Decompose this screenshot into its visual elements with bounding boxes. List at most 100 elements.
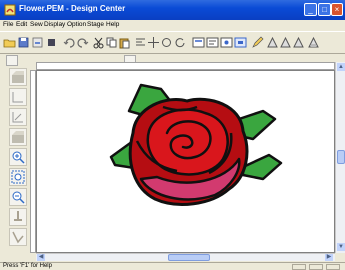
- move-button[interactable]: [147, 36, 160, 49]
- vertical-scrollbar[interactable]: ▲ ▼: [335, 62, 345, 253]
- rotate-button[interactable]: [160, 36, 173, 49]
- minimize-button[interactable]: _: [304, 3, 317, 16]
- maximize-icon: □: [322, 5, 327, 14]
- status-pane-2: [309, 264, 323, 270]
- menu-help[interactable]: Help: [106, 21, 119, 28]
- curve-tool-icon: [12, 112, 23, 123]
- close-icon: ×: [334, 5, 340, 14]
- menu-display[interactable]: Display: [44, 21, 65, 28]
- view-icon: [192, 37, 205, 48]
- menu-option[interactable]: Option: [67, 21, 86, 28]
- scroll-left-arrow[interactable]: ◀: [37, 254, 45, 261]
- mode-box[interactable]: [6, 55, 18, 66]
- edit-button[interactable]: [251, 36, 264, 49]
- horizontal-scroll-thumb[interactable]: [168, 254, 210, 261]
- menu-bar: File Edit Sew Display Option Stage Help: [0, 20, 345, 31]
- redo-icon: [77, 38, 89, 48]
- horizontal-scrollbar[interactable]: ◀ ▶: [36, 253, 335, 261]
- zoom-in-button[interactable]: [9, 148, 27, 166]
- menu-file[interactable]: File: [3, 21, 13, 28]
- pin-tool-icon: [14, 211, 22, 221]
- open-button[interactable]: [3, 36, 16, 49]
- copy-icon: [106, 37, 117, 48]
- copy-button[interactable]: [105, 36, 118, 49]
- fill-tool-button[interactable]: [9, 128, 27, 146]
- tool-palette: [7, 66, 29, 252]
- preview-icon: [220, 37, 233, 48]
- align-icon: [136, 38, 145, 46]
- zoom-out-icon: [280, 36, 291, 48]
- rose-design[interactable]: [37, 71, 334, 252]
- line-tool-button[interactable]: [9, 88, 27, 106]
- design-canvas[interactable]: [36, 70, 335, 253]
- main-toolbar: [0, 31, 345, 54]
- node-tool-icon: [12, 231, 24, 244]
- refresh-button[interactable]: [173, 36, 186, 49]
- rotate-icon: [162, 38, 171, 47]
- zoom-fit-button[interactable]: [9, 168, 27, 186]
- status-bar: Press 'F1' for Help: [0, 262, 345, 270]
- app-window: Flower.PEM - Design Center _ □ × File Ed…: [0, 0, 345, 270]
- select-tool-button[interactable]: [9, 68, 27, 86]
- zoom-in-icon: [12, 151, 25, 164]
- settings-icon: [234, 37, 247, 48]
- menu-edit[interactable]: Edit: [16, 21, 27, 28]
- status-pane-1: [292, 264, 306, 270]
- maximize-button[interactable]: □: [318, 3, 331, 16]
- pin-tool-button[interactable]: [9, 208, 27, 226]
- horizontal-ruler: [36, 62, 335, 70]
- reload-icon: [32, 37, 43, 48]
- align-button[interactable]: [134, 36, 147, 49]
- zoom-out-tb-button[interactable]: [279, 36, 292, 49]
- edit-icon: [252, 36, 264, 48]
- reload-button[interactable]: [31, 36, 44, 49]
- undo-button[interactable]: [63, 36, 76, 49]
- zoom-in-icon: [267, 36, 278, 48]
- zoom-in-tb-button[interactable]: [266, 36, 279, 49]
- minimize-icon: _: [308, 5, 313, 14]
- line-tool-icon: [12, 92, 23, 103]
- zoom-fit-tb-button[interactable]: [292, 36, 305, 49]
- app-icon: [4, 4, 16, 16]
- select-tool-icon: [12, 71, 24, 83]
- window-title: Flower.PEM - Design Center: [19, 4, 126, 13]
- zoom-out-icon: [12, 191, 25, 204]
- node-tool-button[interactable]: [9, 228, 27, 246]
- settings-button[interactable]: [234, 36, 247, 49]
- cut-button[interactable]: [92, 36, 105, 49]
- zoom-fit-icon: [11, 170, 25, 184]
- stop-icon: [48, 39, 55, 46]
- stop-button[interactable]: [45, 36, 58, 49]
- leaf-bottom-right: [241, 153, 283, 181]
- menu-stage[interactable]: Stage: [87, 21, 104, 28]
- properties-icon: [206, 37, 219, 48]
- open-icon: [3, 39, 16, 48]
- properties-button[interactable]: [206, 36, 219, 49]
- status-help-text: Press 'F1' for Help: [3, 263, 52, 269]
- center-button[interactable]: [307, 36, 320, 49]
- title-bar[interactable]: Flower.PEM - Design Center _ □ ×: [0, 0, 345, 20]
- vertical-scroll-thumb[interactable]: [337, 150, 345, 164]
- view-button[interactable]: [192, 36, 205, 49]
- cut-icon: [93, 37, 104, 49]
- zoom-out-button[interactable]: [9, 188, 27, 206]
- fill-tool-icon: [12, 131, 24, 143]
- paste-button[interactable]: [118, 36, 131, 49]
- save-button[interactable]: [17, 36, 30, 49]
- refresh-icon: [175, 38, 185, 48]
- undo-icon: [63, 38, 75, 48]
- save-icon: [18, 37, 29, 48]
- scroll-right-arrow[interactable]: ▶: [325, 254, 333, 261]
- preview-button[interactable]: [220, 36, 233, 49]
- scroll-down-arrow[interactable]: ▼: [337, 243, 345, 251]
- close-button[interactable]: ×: [331, 3, 343, 16]
- move-icon: [148, 37, 159, 48]
- status-pane-3: [326, 264, 340, 270]
- zoom-fit-icon: [293, 36, 304, 48]
- paste-icon: [119, 38, 130, 49]
- center-icon: [308, 36, 319, 48]
- menu-sew[interactable]: Sew: [30, 21, 43, 28]
- scroll-up-arrow[interactable]: ▲: [337, 63, 345, 71]
- curve-tool-button[interactable]: [9, 108, 27, 126]
- redo-button[interactable]: [76, 36, 89, 49]
